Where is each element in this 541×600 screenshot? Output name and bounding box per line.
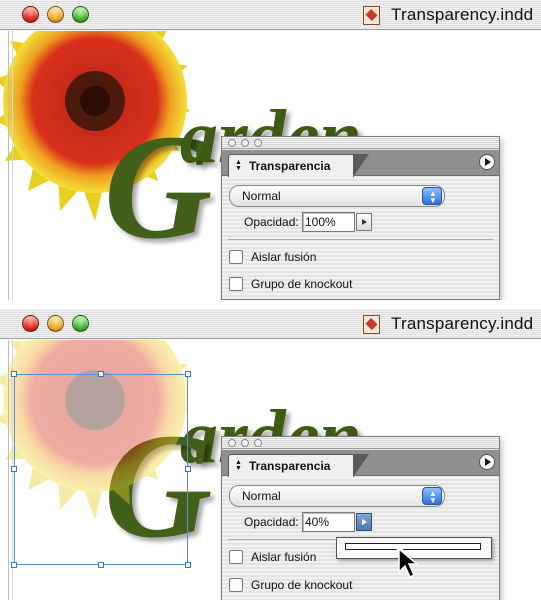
palette-divider [228, 239, 493, 240]
palette-tab-row: ▲ ▼ Transparencia [222, 450, 499, 477]
palette-zoom-button[interactable] [254, 439, 262, 447]
tab-transparencia[interactable]: ▲ ▼ Transparencia [228, 454, 369, 477]
isolate-blending-label: Aislar fusión [251, 550, 317, 564]
page-edge [8, 340, 9, 600]
palette-minimize-button[interactable] [241, 439, 249, 447]
select-arrows-icon: ▲ ▼ [422, 187, 442, 205]
knockout-group-label: Grupo de knockout [251, 277, 353, 291]
tab-updown-icon: ▲ ▼ [235, 459, 242, 472]
tab-transparencia[interactable]: ▲ ▼ Transparencia [228, 154, 369, 177]
palette-menu-button[interactable] [479, 154, 495, 170]
zoom-button[interactable] [72, 315, 89, 332]
minimize-button[interactable] [47, 315, 64, 332]
blend-mode-select[interactable]: Normal ▲ ▼ [229, 485, 445, 507]
page-edge-inner [12, 31, 13, 300]
window-title-bar: Transparency.indd [0, 309, 541, 339]
palette-zoom-button[interactable] [254, 139, 262, 147]
isolate-blending-label: Aislar fusión [251, 250, 317, 264]
knockout-group-checkbox[interactable] [229, 277, 243, 291]
palette-tab-row: ▲ ▼ Transparencia [222, 150, 499, 177]
document-icon [363, 6, 380, 25]
minimize-button[interactable] [47, 6, 64, 23]
close-button[interactable] [22, 6, 39, 23]
palette-menu-button[interactable] [479, 454, 495, 470]
opacity-slider-button[interactable] [356, 513, 372, 531]
tab-label: Transparencia [249, 459, 331, 473]
tab-updown-icon: ▲ ▼ [235, 159, 242, 172]
zoom-button[interactable] [72, 6, 89, 23]
close-button[interactable] [22, 315, 39, 332]
page-edge [8, 31, 9, 300]
page-edge-inner [12, 340, 13, 600]
palette-close-button[interactable] [228, 439, 236, 447]
palette-body: Normal ▲ ▼ Opacidad: 100% Aislar fusión G… [222, 177, 499, 299]
blend-mode-select[interactable]: Normal ▲ ▼ [229, 185, 445, 207]
palette-title-bar[interactable] [222, 437, 499, 449]
palette-close-button[interactable] [228, 139, 236, 147]
palette-minimize-button[interactable] [241, 139, 249, 147]
opacity-label: Opacidad: [244, 515, 299, 529]
arrow-cursor-icon [398, 547, 420, 579]
opacity-input[interactable]: 100% [302, 212, 355, 232]
knockout-group-checkbox[interactable] [229, 578, 243, 592]
window-title-bar: Transparency.indd [0, 0, 541, 30]
knockout-group-label: Grupo de knockout [251, 578, 353, 592]
blend-mode-value: Normal [242, 489, 281, 503]
window-title: Transparency.indd [391, 5, 534, 24]
opacity-slider-button[interactable] [356, 213, 372, 231]
transparency-palette[interactable]: ▲ ▼ Transparencia Normal ▲ ▼ Opacidad: 100… [221, 136, 500, 300]
document-icon [363, 315, 380, 334]
select-arrows-icon: ▲ ▼ [422, 487, 442, 505]
transparency-palette[interactable]: ▲ ▼ Transparencia Normal ▲ ▼ Opacidad: 40%… [221, 436, 500, 600]
isolate-blending-checkbox[interactable] [229, 250, 243, 264]
isolate-blending-checkbox[interactable] [229, 550, 243, 564]
tab-label: Transparencia [249, 159, 331, 173]
screenshot-before: Transparency.indd G G ▲ ▼ Transparencia … [0, 0, 541, 300]
opacity-label: Opacidad: [244, 215, 299, 229]
palette-title-bar[interactable] [222, 137, 499, 149]
opacity-input[interactable]: 40% [302, 512, 355, 532]
blend-mode-value: Normal [242, 189, 281, 203]
window-title: Transparency.indd [391, 314, 534, 333]
